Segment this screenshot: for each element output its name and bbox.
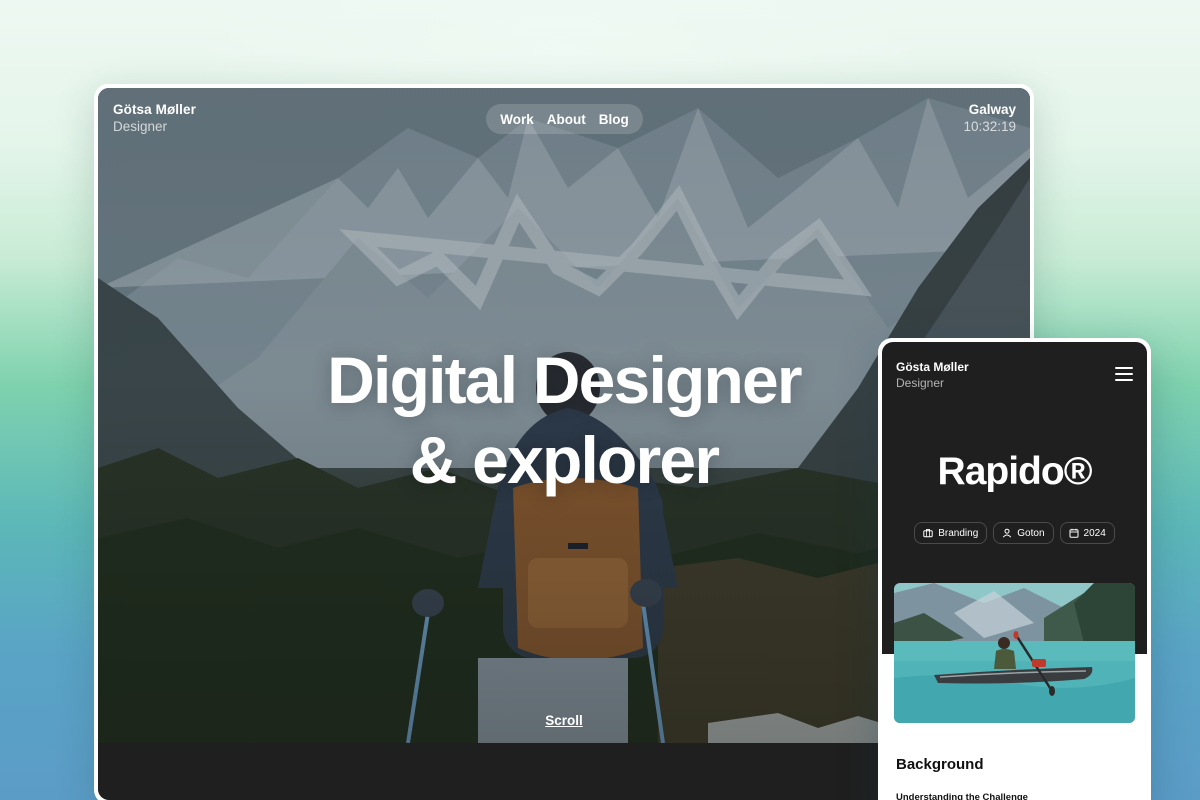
tag-client: Goton <box>993 522 1054 544</box>
nav-item-work[interactable]: Work <box>500 112 534 127</box>
project-title: Rapido® <box>937 450 1093 493</box>
mobile-brand-name[interactable]: Gösta Møller <box>896 360 969 374</box>
hamburger-menu-icon[interactable] <box>1115 367 1133 381</box>
main-nav: Work About Blog <box>486 104 643 134</box>
nav-item-about[interactable]: About <box>547 112 586 127</box>
nav-item-blog[interactable]: Blog <box>599 112 629 127</box>
location-city: Galway <box>968 102 1016 117</box>
tag-client-label: Goton <box>1017 527 1045 539</box>
user-icon <box>1003 528 1012 538</box>
calendar-icon <box>1069 528 1079 538</box>
mobile-screen: Gösta Møller Designer Rapido® Branding G… <box>882 342 1147 800</box>
briefcase-icon <box>923 529 933 538</box>
tag-category: Branding <box>914 522 988 544</box>
project-cover-image[interactable] <box>894 583 1135 723</box>
scroll-label[interactable]: Scroll <box>545 713 583 728</box>
brand-role: Designer <box>113 119 168 134</box>
location-clock: Galway 10:32:19 <box>963 102 1016 134</box>
tag-year: 2024 <box>1059 522 1115 544</box>
mobile-brand[interactable]: Gösta Møller Designer <box>896 360 969 390</box>
brand-name[interactable]: Götsa Møller <box>113 102 196 117</box>
mobile-brand-role: Designer <box>896 376 945 390</box>
section-subheading: Understanding the Challenge <box>896 792 1028 800</box>
tag-year-label: 2024 <box>1083 527 1106 539</box>
project-tags: Branding Goton 2024 <box>882 522 1147 544</box>
site-brand[interactable]: Götsa Møller Designer <box>113 102 196 134</box>
local-time: 10:32:19 <box>963 119 1016 134</box>
tag-category-label: Branding <box>938 527 979 539</box>
mobile-mockup: Gösta Møller Designer Rapido® Branding G… <box>878 338 1151 800</box>
section-heading: Background <box>896 756 984 773</box>
kayak-photo <box>894 583 1135 723</box>
